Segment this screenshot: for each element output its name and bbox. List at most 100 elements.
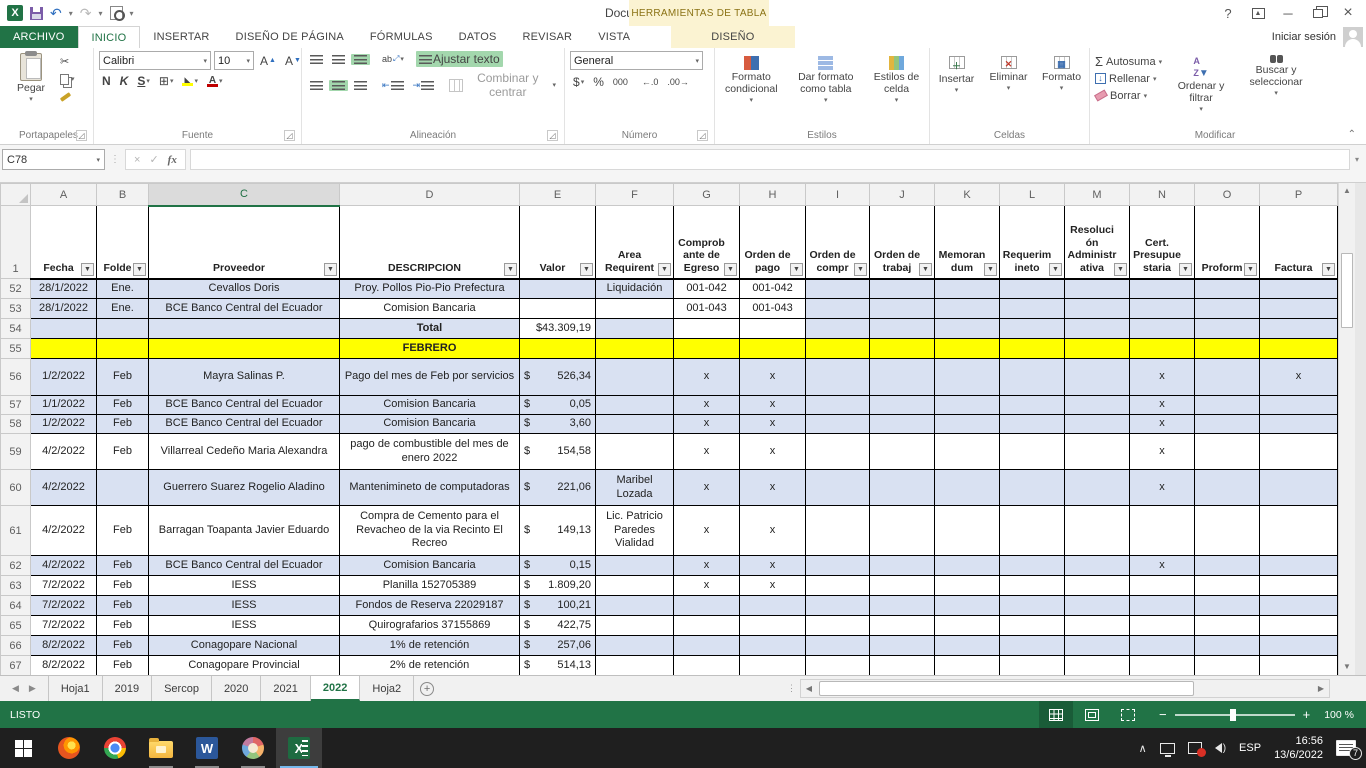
page-break-view-button[interactable] — [1111, 701, 1145, 728]
row-header-66[interactable]: 66 — [1, 636, 31, 656]
cell-M56[interactable] — [1065, 359, 1130, 396]
cell-B67[interactable]: Feb — [97, 656, 149, 676]
cell-A67[interactable]: 8/2/2022 — [31, 656, 97, 676]
tab-diseno-pagina[interactable]: DISEÑO DE PÁGINA — [223, 26, 357, 48]
cell-I64[interactable] — [806, 596, 870, 616]
font-color-button[interactable]: A▾ — [204, 75, 226, 88]
cell-O58[interactable] — [1195, 415, 1260, 434]
cell-K61[interactable] — [935, 506, 1000, 556]
horizontal-scroll-thumb[interactable] — [819, 681, 1194, 696]
row-header-59[interactable]: 59 — [1, 434, 31, 470]
cell-E54[interactable]: $43.309,19 — [520, 319, 596, 339]
cell-K55[interactable] — [935, 339, 1000, 359]
column-header-D[interactable]: D — [340, 184, 520, 206]
cell-A60[interactable]: 4/2/2022 — [31, 470, 97, 506]
cell-H57[interactable]: x — [740, 396, 806, 415]
row-header-58[interactable]: 58 — [1, 415, 31, 434]
cell-K58[interactable] — [935, 415, 1000, 434]
table-header-M[interactable]: Resolución Administrativa▼ — [1065, 206, 1130, 279]
cell-L56[interactable] — [1000, 359, 1065, 396]
cell-L61[interactable] — [1000, 506, 1065, 556]
copy-button[interactable]: ▾ — [60, 71, 78, 87]
cell-C61[interactable]: Barragan Toapanta Javier Eduardo — [149, 506, 340, 556]
cell-I59[interactable] — [806, 434, 870, 470]
cell-J57[interactable] — [870, 396, 935, 415]
cell-O53[interactable] — [1195, 299, 1260, 319]
row-header-57[interactable]: 57 — [1, 396, 31, 415]
column-header-G[interactable]: G — [674, 184, 740, 206]
row-header-54[interactable]: 54 — [1, 319, 31, 339]
cell-I66[interactable] — [806, 636, 870, 656]
row-header-64[interactable]: 64 — [1, 596, 31, 616]
scroll-right-icon[interactable]: ▶ — [1313, 684, 1329, 693]
table-header-O[interactable]: Proform▼ — [1195, 206, 1260, 279]
cell-D53[interactable]: Comision Bancaria — [340, 299, 520, 319]
cell-J64[interactable] — [870, 596, 935, 616]
collapse-ribbon-button[interactable]: ⌃ — [1348, 129, 1356, 140]
cell-J67[interactable] — [870, 656, 935, 676]
cut-button[interactable]: ✂ — [60, 53, 78, 69]
cell-N57[interactable]: x — [1130, 396, 1195, 415]
cell-N54[interactable] — [1130, 319, 1195, 339]
cell-A57[interactable]: 1/1/2022 — [31, 396, 97, 415]
cell-K62[interactable] — [935, 556, 1000, 576]
filter-dropdown-D[interactable]: ▼ — [504, 263, 517, 276]
cell-F61[interactable]: Lic. Patricio Paredes Vialidad — [596, 506, 674, 556]
filter-dropdown-L[interactable]: ▼ — [1049, 263, 1062, 276]
filter-dropdown-B[interactable]: ▼ — [133, 263, 146, 276]
increase-font-button[interactable]: A▲ — [257, 53, 279, 69]
ribbon-display-options-button[interactable]: ▲ — [1244, 2, 1272, 24]
cell-styles-button[interactable]: Estilos de celda▾ — [869, 54, 924, 104]
column-header-B[interactable]: B — [97, 184, 149, 206]
cell-C65[interactable]: IESS — [149, 616, 340, 636]
align-bottom-button[interactable] — [351, 54, 370, 65]
cell-C66[interactable]: Conagopare Nacional — [149, 636, 340, 656]
font-size-combo[interactable]: 10▾ — [214, 51, 254, 70]
cell-F56[interactable] — [596, 359, 674, 396]
cell-L60[interactable] — [1000, 470, 1065, 506]
cell-P63[interactable] — [1260, 576, 1338, 596]
cell-L62[interactable] — [1000, 556, 1065, 576]
cell-F63[interactable] — [596, 576, 674, 596]
zoom-out-button[interactable]: − — [1159, 710, 1167, 720]
cell-G63[interactable]: x — [674, 576, 740, 596]
merge-center-button[interactable]: Combinar y centrar▾ — [446, 70, 559, 100]
cell-H59[interactable]: x — [740, 434, 806, 470]
cell-H60[interactable]: x — [740, 470, 806, 506]
row-header-53[interactable]: 53 — [1, 299, 31, 319]
cell-J59[interactable] — [870, 434, 935, 470]
autosum-button[interactable]: ΣAutosuma▾ — [1095, 53, 1162, 70]
align-top-button[interactable] — [307, 54, 326, 65]
confirm-entry-icon[interactable]: ✓ — [149, 153, 158, 166]
sheet-tab-2021[interactable]: 2021 — [261, 676, 310, 701]
cell-F60[interactable]: Maribel Lozada — [596, 470, 674, 506]
insert-cells-button[interactable]: ＋ Insertar▾ — [935, 54, 978, 94]
table-header-P[interactable]: Factura▼ — [1260, 206, 1338, 279]
number-format-combo[interactable]: General▾ — [570, 51, 703, 70]
cell-E63[interactable]: $1.809,20 — [520, 576, 596, 596]
cell-J53[interactable] — [870, 299, 935, 319]
alignment-dialog-launcher[interactable]: ◿ — [547, 130, 558, 141]
cell-H53[interactable]: 001-043 — [740, 299, 806, 319]
align-center-button[interactable] — [329, 80, 348, 91]
table-header-H[interactable]: Orden de pago▼ — [740, 206, 806, 279]
taskbar-paint[interactable] — [230, 728, 276, 768]
cell-O61[interactable] — [1195, 506, 1260, 556]
cell-C60[interactable]: Guerrero Suarez Rogelio Aladino — [149, 470, 340, 506]
tab-archivo[interactable]: ARCHIVO — [0, 26, 78, 48]
table-header-E[interactable]: Valor▼ — [520, 206, 596, 279]
cell-I67[interactable] — [806, 656, 870, 676]
sheet-tab-2020[interactable]: 2020 — [212, 676, 261, 701]
cell-G56[interactable]: x — [674, 359, 740, 396]
cell-A54[interactable] — [31, 319, 97, 339]
increase-decimal-button[interactable]: ←.0 — [639, 76, 662, 88]
filter-dropdown-J[interactable]: ▼ — [919, 263, 932, 276]
tab-revisar[interactable]: REVISAR — [510, 26, 586, 48]
cell-N58[interactable]: x — [1130, 415, 1195, 434]
save-icon[interactable] — [30, 7, 43, 20]
sheet-tab-2019[interactable]: 2019 — [103, 676, 152, 701]
table-header-B[interactable]: Folde▼ — [97, 206, 149, 279]
vertical-scroll-thumb[interactable] — [1341, 253, 1353, 328]
cell-F66[interactable] — [596, 636, 674, 656]
cell-P56[interactable]: x — [1260, 359, 1338, 396]
